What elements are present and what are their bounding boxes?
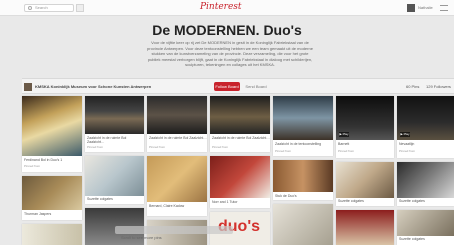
pins-count[interactable]: 60 Pins	[406, 84, 419, 89]
pin-image[interactable]	[147, 156, 207, 202]
pin-image[interactable]	[273, 160, 333, 192]
pin-caption: Zaalzicht in de ruimte Bol Zaalzicht…	[212, 136, 270, 140]
pinterest-logo[interactable]: Pinterest	[200, 2, 242, 12]
pin-caption: Suzette colgates	[87, 197, 113, 201]
pin-image[interactable]	[336, 210, 394, 245]
pin-image[interactable]	[273, 96, 333, 140]
pin-card[interactable]: Suzette colgates	[397, 162, 454, 206]
pin-image[interactable]	[85, 156, 144, 196]
pin-grid: Ferdinand Bol in Duo's 1 Pinned from Thu…	[22, 96, 454, 245]
pin-image[interactable]	[397, 210, 454, 236]
pin-image[interactable]	[397, 162, 454, 198]
send-board-button[interactable]: Send Board	[243, 82, 269, 91]
pin-card[interactable]: Zaalzicht in de tentoonstelling Pinned f…	[273, 96, 333, 156]
pin-card[interactable]: Zaalzicht in de ruimte Bol Zaalzicht… Pi…	[85, 96, 144, 152]
menu-icon[interactable]	[440, 5, 448, 11]
pin-source: Pinned from	[149, 145, 166, 149]
pin-card[interactable]	[22, 224, 82, 245]
pin-card[interactable]: Suzette colgates	[85, 156, 144, 204]
pin-source: Pinned from	[24, 164, 41, 168]
pin-image[interactable]	[336, 162, 394, 198]
follow-board-button[interactable]: Follow Board	[214, 82, 240, 91]
pin-caption: Ferdinand Bol in Duo's 1	[24, 158, 63, 162]
pin-image[interactable]	[22, 96, 82, 156]
pin-caption: Stuk de Duo's	[275, 194, 297, 198]
pin-image[interactable]	[22, 224, 82, 245]
pin-caption: Zaalzicht in de ruimte Bol Zaalzicht…	[87, 136, 127, 144]
pin-card[interactable]: Zaalzicht in de ruimte Bol Zaalzicht… Pi…	[210, 96, 270, 152]
pin-caption: Barnett	[338, 142, 350, 146]
pin-card[interactable]: Norr and 1 Tutor	[210, 156, 270, 208]
search-input[interactable]: Search	[24, 4, 74, 12]
pin-card[interactable]: Stuk de Duo's	[273, 160, 333, 200]
pin-caption: Thurman Jaspers	[24, 212, 52, 216]
video-play-badge[interactable]: ▶ Play	[400, 132, 410, 137]
pin-caption: Suzette colgates	[399, 237, 425, 241]
top-navigation-bar: Search Pinterest Nathalie	[0, 0, 454, 16]
board-title: De MODERNEN. Duo's	[152, 22, 302, 38]
board-description: Voor de vijftie keer op rij zet De MODER…	[147, 40, 313, 67]
pin-card[interactable]: Suzette colgates	[336, 162, 394, 206]
pin-card[interactable]: ▶ Play Nevaatlijn Pinned from	[397, 96, 454, 158]
pin-image[interactable]	[85, 96, 144, 134]
pin-caption: Zaalzicht in de tentoonstelling	[275, 142, 322, 146]
followers-count[interactable]: 129 Followers	[426, 84, 451, 89]
board-toolbar: KMSKA Koninklijk Museum voor Schone Kuns…	[22, 78, 454, 94]
pin-image[interactable]	[210, 156, 270, 198]
pin-card[interactable]: Ferdinand Bol in Duo's 1 Pinned from	[22, 96, 82, 172]
pin-caption: Bernard, Claire Kadow	[149, 204, 185, 208]
search-icon	[28, 6, 32, 10]
pin-card[interactable]: Zaalzicht in de ruimte Bol Zaalzicht… Pi…	[147, 96, 207, 152]
pin-caption: Zaalzicht in de ruimte Bol Zaalzicht…	[149, 136, 207, 140]
pin-card[interactable]	[273, 204, 333, 245]
pin-card[interactable]: ▶ Play Barnett Pinned from	[336, 96, 394, 158]
pin-caption: Suzette colgates	[338, 199, 364, 203]
pin-source: Pinned from	[399, 149, 416, 153]
scroll-hint-label: Scroll to see more pins	[121, 235, 162, 240]
pin-caption: Nevaatlijn	[399, 142, 415, 146]
video-play-badge[interactable]: ▶ Play	[339, 132, 349, 137]
pin-source: Pinned from	[212, 145, 229, 149]
pin-card[interactable]: Suzette colgates	[397, 210, 454, 245]
pin-source: Pinned from	[87, 145, 104, 149]
pin-image[interactable]	[22, 176, 82, 210]
user-name[interactable]: Nathalie	[418, 5, 433, 10]
pin-image[interactable]	[147, 96, 207, 134]
owner-name[interactable]: KMSKA Koninklijk Museum voor Schone Kuns…	[35, 84, 151, 89]
pin-card[interactable]: Thurman Jaspers	[22, 176, 82, 220]
user-avatar[interactable]	[407, 4, 415, 12]
pin-image[interactable]	[273, 204, 333, 245]
pin-caption: Suzette colgates	[399, 199, 425, 203]
scroll-hint[interactable]: Scroll to see more pins	[115, 226, 233, 240]
pin-card[interactable]	[336, 210, 394, 245]
pin-source: Pinned from	[275, 149, 292, 153]
pin-card[interactable]: Bernard, Claire Kadow	[147, 156, 207, 216]
search-button[interactable]	[76, 4, 84, 12]
pin-source: Pinned from	[338, 149, 355, 153]
owner-avatar[interactable]	[24, 83, 32, 91]
pin-image[interactable]	[210, 96, 270, 134]
pin-caption: Norr and 1 Tutor	[212, 200, 238, 204]
search-placeholder: Search	[35, 5, 48, 10]
